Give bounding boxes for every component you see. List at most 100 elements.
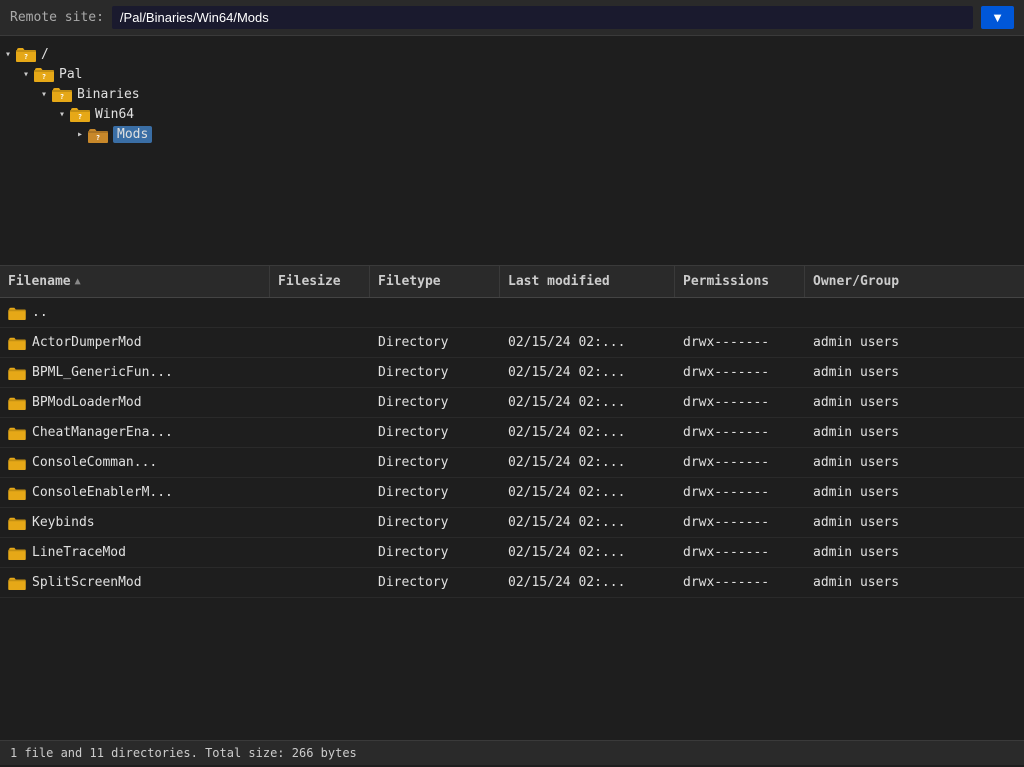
file-list-section: Filename ▲ Filesize Filetype Last modifi… <box>0 266 1024 740</box>
tree-label-mods: Mods <box>113 126 152 143</box>
col-lastmodified[interactable]: Last modified <box>500 266 675 297</box>
file-name-cell: BPModLoaderMod <box>0 388 270 417</box>
file-name-cell: .. <box>0 298 270 327</box>
file-lastModified-cell: 02/15/24 02:... <box>500 418 675 447</box>
file-row[interactable]: BPModLoaderModDirectory02/15/24 02:...dr… <box>0 388 1024 418</box>
file-filetype-cell: Directory <box>370 568 500 597</box>
file-filesize-cell <box>270 508 370 537</box>
file-permissions-cell: drwx------- <box>675 418 805 447</box>
file-lastModified-cell: 02/15/24 02:... <box>500 568 675 597</box>
file-row[interactable]: CheatManagerEna... Directory02/15/24 02:.… <box>0 418 1024 448</box>
tree-arrow-mods[interactable]: ▸ <box>72 129 88 140</box>
tree-item-binaries[interactable]: ▾ ? Binaries <box>0 84 1024 104</box>
tree-arrow-pal[interactable]: ▾ <box>18 69 34 80</box>
file-lastModified-cell: 02/15/24 02:... <box>500 508 675 537</box>
file-row[interactable]: SplitScreenMod Directory02/15/24 02:...dr… <box>0 568 1024 598</box>
svg-text:?: ? <box>78 113 82 121</box>
tree-label-win64: Win64 <box>95 107 134 122</box>
file-row[interactable]: LineTraceModDirectory02/15/24 02:...drwx… <box>0 538 1024 568</box>
status-bar: 1 file and 11 directories. Total size: 2… <box>0 740 1024 765</box>
remote-site-dropdown-button[interactable]: ▼ <box>981 6 1014 29</box>
file-row[interactable]: BPML_GenericFun...Directory02/15/24 02:.… <box>0 358 1024 388</box>
folder-icon-pal: ? <box>34 66 54 82</box>
file-row[interactable]: ActorDumperMod Directory02/15/24 02:...dr… <box>0 328 1024 358</box>
file-filesize-cell <box>270 538 370 567</box>
file-lastModified-cell: 02/15/24 02:... <box>500 328 675 357</box>
file-name-cell: ActorDumperMod <box>0 328 270 357</box>
tree-label-root: / <box>41 47 49 62</box>
file-name-cell: CheatManagerEna... <box>0 418 270 447</box>
folder-icon <box>8 426 26 440</box>
tree-arrow-binaries[interactable]: ▾ <box>36 89 52 100</box>
folder-icon-mods: ? <box>88 127 108 143</box>
col-filename[interactable]: Filename ▲ <box>0 266 270 297</box>
col-filesize[interactable]: Filesize <box>270 266 370 297</box>
file-permissions-cell: drwx------- <box>675 358 805 387</box>
folder-icon-win64: ? <box>70 106 90 122</box>
file-lastModified-cell: 02/15/24 02:... <box>500 388 675 417</box>
file-row[interactable]: KeybindsDirectory02/15/24 02:...drwx----… <box>0 508 1024 538</box>
folder-icon <box>8 486 26 500</box>
file-ownerGroup-cell: admin users <box>805 418 1024 447</box>
file-permissions-cell: drwx------- <box>675 508 805 537</box>
file-filetype-cell: Directory <box>370 418 500 447</box>
file-filesize-cell <box>270 418 370 447</box>
file-row[interactable]: .. <box>0 298 1024 328</box>
file-name-cell: ConsoleComman... <box>0 448 270 477</box>
file-ownerGroup-cell: admin users <box>805 388 1024 417</box>
tree-item-win64[interactable]: ▾ ? Win64 <box>0 104 1024 124</box>
tree-label-binaries: Binaries <box>77 87 140 102</box>
file-row[interactable]: ConsoleComman...Directory02/15/24 02:...… <box>0 448 1024 478</box>
file-permissions-cell: drwx------- <box>675 328 805 357</box>
file-row[interactable]: ConsoleEnablerM... Directory02/15/24 02:.… <box>0 478 1024 508</box>
file-lastModified-cell <box>500 298 675 327</box>
file-name-cell: SplitScreenMod <box>0 568 270 597</box>
file-filetype-cell: Directory <box>370 478 500 507</box>
file-filetype-cell: Directory <box>370 388 500 417</box>
remote-site-bar: Remote site: ▼ <box>0 0 1024 36</box>
folder-icon <box>8 366 26 380</box>
file-lastModified-cell: 02/15/24 02:... <box>500 358 675 387</box>
file-ownerGroup-cell: admin users <box>805 448 1024 477</box>
folder-icon <box>8 336 26 350</box>
folder-icon <box>8 456 26 470</box>
file-list-body: .. ActorDumperModDirectory02/15/24 02:..… <box>0 298 1024 740</box>
tree-arrow-win64[interactable]: ▾ <box>54 109 70 120</box>
file-name-cell: ConsoleEnablerM... <box>0 478 270 507</box>
folder-icon <box>8 576 26 590</box>
col-ownergroup[interactable]: Owner/Group <box>805 266 1024 297</box>
file-filesize-cell <box>270 358 370 387</box>
file-name-cell: Keybinds <box>0 508 270 537</box>
file-permissions-cell: drwx------- <box>675 448 805 477</box>
file-ownerGroup-cell: admin users <box>805 508 1024 537</box>
svg-text:?: ? <box>24 53 28 61</box>
file-filesize-cell <box>270 328 370 357</box>
file-filetype-cell: Directory <box>370 328 500 357</box>
tree-item-mods[interactable]: ▸ ? Mods <box>0 124 1024 145</box>
file-permissions-cell: drwx------- <box>675 568 805 597</box>
remote-site-input[interactable] <box>112 6 973 29</box>
file-ownerGroup-cell: admin users <box>805 478 1024 507</box>
file-permissions-cell: drwx------- <box>675 538 805 567</box>
folder-icon-root: ? <box>16 46 36 62</box>
file-filesize-cell <box>270 448 370 477</box>
tree-item-root[interactable]: ▾ ? / <box>0 44 1024 64</box>
file-ownerGroup-cell: admin users <box>805 328 1024 357</box>
file-lastModified-cell: 02/15/24 02:... <box>500 478 675 507</box>
svg-text:?: ? <box>42 73 46 81</box>
file-filetype-cell: Directory <box>370 538 500 567</box>
file-permissions-cell <box>675 298 805 327</box>
folder-icon <box>8 516 26 530</box>
tree-label-pal: Pal <box>59 67 82 82</box>
col-permissions[interactable]: Permissions <box>675 266 805 297</box>
file-ownerGroup-cell <box>805 298 1024 327</box>
svg-text:?: ? <box>96 134 100 142</box>
file-ownerGroup-cell: admin users <box>805 568 1024 597</box>
file-filesize-cell <box>270 568 370 597</box>
sort-arrow-icon: ▲ <box>75 276 81 287</box>
col-filetype[interactable]: Filetype <box>370 266 500 297</box>
file-lastModified-cell: 02/15/24 02:... <box>500 448 675 477</box>
tree-item-pal[interactable]: ▾ ? Pal <box>0 64 1024 84</box>
folder-icon <box>8 396 26 410</box>
tree-arrow-root[interactable]: ▾ <box>0 49 16 60</box>
